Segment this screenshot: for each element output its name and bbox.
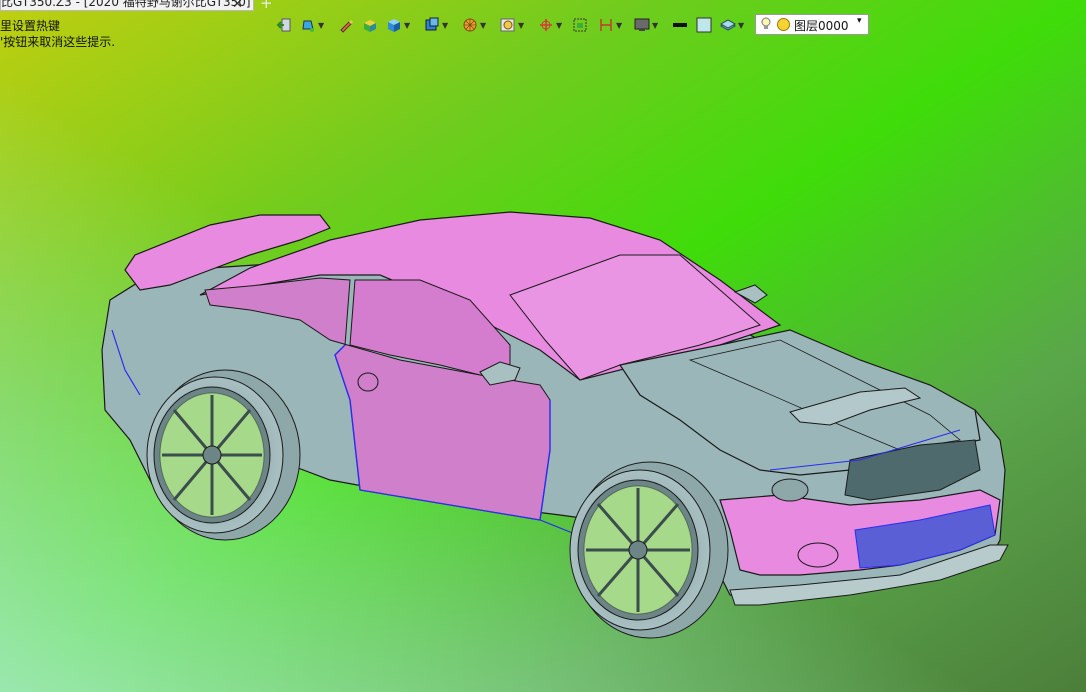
front-wheel (569, 461, 729, 639)
line-style-icon (673, 23, 687, 27)
view-cube-icon (425, 17, 439, 31)
close-icon[interactable]: ✕ (232, 0, 243, 12)
view-button[interactable]: ▼ (424, 15, 448, 35)
lightbulb-icon (760, 17, 772, 34)
frame-icon (573, 18, 587, 32)
exit-button[interactable] (276, 15, 292, 35)
sketch-button[interactable] (338, 15, 354, 35)
document-tab-title: 比GT350.Z3 - [2020 福特野马谢尔比GT350] (1, 0, 251, 9)
dimension-button[interactable]: ▼ (598, 15, 622, 35)
layers-button[interactable]: ▼ (720, 15, 744, 35)
zoom-fit-icon (500, 18, 515, 32)
color-button[interactable] (696, 15, 712, 35)
zoom-fit-button[interactable]: ▼ (500, 15, 524, 35)
shaded-button[interactable] (362, 15, 378, 35)
hotkey-hint-line: 里设置热键 (0, 19, 61, 33)
document-tab[interactable]: 比GT350.Z3 - [2020 福特野马谢尔比GT350] (0, 0, 254, 11)
paint-button[interactable]: ▼ (300, 15, 324, 35)
layers-icon (720, 19, 736, 31)
line-style-button[interactable] (672, 15, 688, 35)
render-sphere-icon (463, 18, 477, 32)
new-tab-button[interactable]: + (260, 0, 273, 12)
hotkey-hint-line: '按钮来取消这些提示. (0, 35, 116, 49)
layer-name: 图层0000 (794, 19, 849, 33)
rotate-icon (540, 19, 552, 31)
cube-icon (388, 19, 400, 32)
tab-bar: 比GT350.Z3 - [2020 福特野马谢尔比GT350] ✕ + (0, 0, 300, 12)
layer-selector[interactable]: 图层0000 ▾ (755, 14, 869, 35)
color-square-icon (696, 17, 712, 33)
car-model[interactable] (0, 0, 1086, 692)
frame-button[interactable] (572, 15, 588, 35)
3d-viewport[interactable]: 比GT350.Z3 - [2020 福特野马谢尔比GT350] ✕ + 里设置热… (0, 0, 1086, 692)
paint-bucket-icon (302, 20, 314, 32)
shaded-box-icon (364, 20, 376, 32)
monitor-icon (634, 18, 650, 31)
display-button[interactable]: ▼ (634, 15, 658, 35)
pen-icon (340, 20, 353, 33)
layer-color-icon (777, 18, 790, 31)
rotate-button[interactable]: ▼ (538, 15, 562, 35)
exit-icon (276, 18, 291, 32)
car-door-handle (357, 372, 379, 392)
solid-button[interactable]: ▼ (386, 15, 410, 35)
render-button[interactable]: ▼ (462, 15, 486, 35)
chevron-down-icon: ▾ (857, 16, 862, 26)
dimension-icon (600, 19, 612, 31)
car-fog-light (797, 542, 839, 568)
car-headlight (771, 478, 809, 502)
